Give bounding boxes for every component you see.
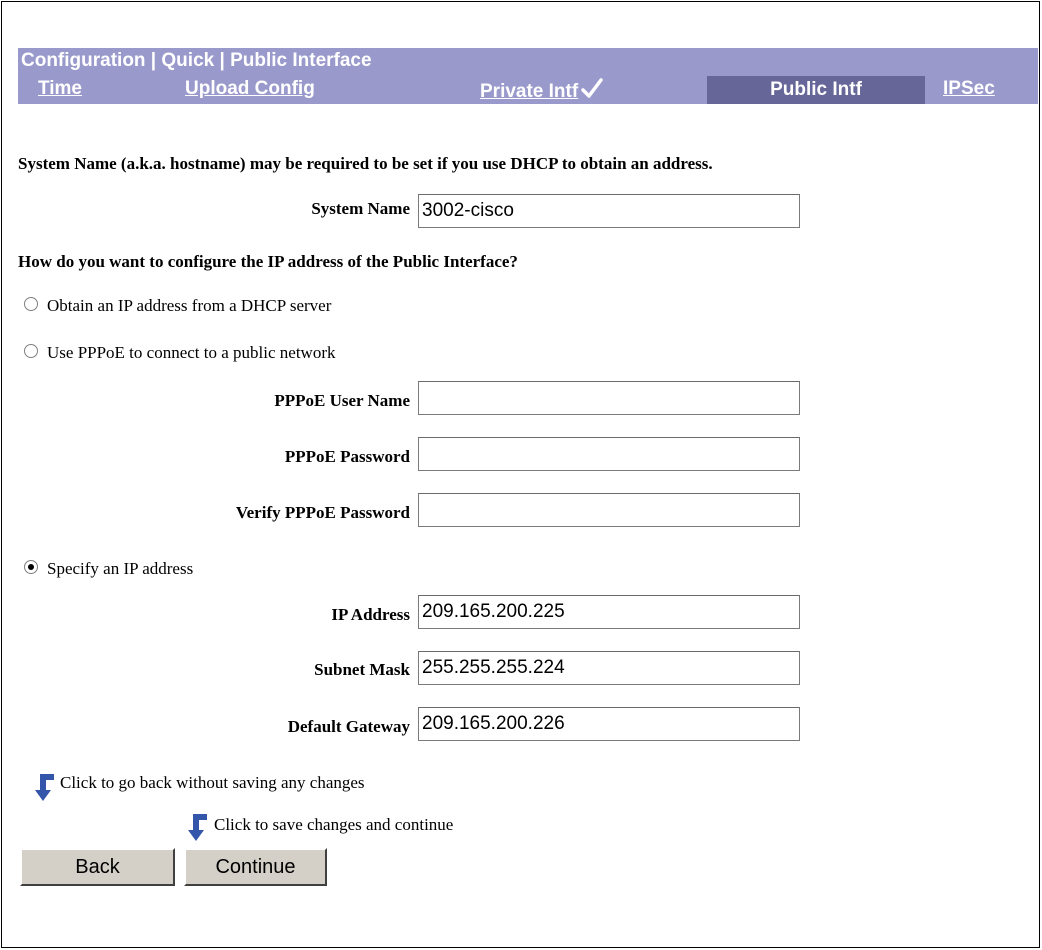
pppoe-password-input[interactable] <box>418 437 800 471</box>
system-name-input[interactable] <box>418 194 800 228</box>
subnet-mask-label: Subnet Mask <box>314 660 410 679</box>
tab-time[interactable]: Time <box>38 78 82 100</box>
tab-ipsec[interactable]: IPSec <box>943 78 995 100</box>
pppoe-radio[interactable] <box>24 344 38 358</box>
tab-private-intf-label[interactable]: Private Intf <box>480 81 578 102</box>
pppoe-password-label: PPPoE Password <box>284 447 410 466</box>
header-bar: Configuration | Quick | Public Interface… <box>18 48 1038 104</box>
tab-public-intf[interactable]: Public Intf <box>707 76 925 104</box>
check-icon <box>581 78 603 98</box>
dhcp-radio[interactable] <box>24 297 38 311</box>
system-name-note: System Name (a.k.a. hostname) may be req… <box>18 154 713 173</box>
back-hint: Click to go back without saving any chan… <box>60 773 365 792</box>
ip-config-question: How do you want to configure the IP addr… <box>18 252 518 271</box>
dhcp-radio-label: Obtain an IP address from a DHCP server <box>47 296 332 315</box>
pppoe-user-input[interactable] <box>418 381 800 415</box>
default-gateway-label: Default Gateway <box>287 717 410 736</box>
ip-address-input[interactable] <box>418 595 800 629</box>
ip-address-label: IP Address <box>331 605 410 624</box>
continue-hint: Click to save changes and continue <box>214 815 454 834</box>
default-gateway-input[interactable] <box>418 707 800 741</box>
tab-private-intf[interactable]: Private Intf <box>480 78 603 103</box>
back-button[interactable]: Back <box>20 848 175 886</box>
system-name-label: System Name <box>311 199 410 218</box>
pppoe-radio-label: Use PPPoE to connect to a public network <box>47 343 336 362</box>
continue-button[interactable]: Continue <box>184 848 327 886</box>
down-arrow-icon <box>188 814 207 841</box>
subnet-mask-input[interactable] <box>418 651 800 685</box>
pppoe-user-label: PPPoE User Name <box>274 391 410 410</box>
tab-upload-config[interactable]: Upload Config <box>185 78 315 100</box>
static-ip-radio[interactable] <box>24 560 38 574</box>
down-arrow-icon <box>35 774 54 801</box>
static-ip-radio-label: Specify an IP address <box>47 559 194 578</box>
page-frame <box>1 1 1040 948</box>
breadcrumb: Configuration | Quick | Public Interface <box>21 50 372 71</box>
pppoe-verify-label: Verify PPPoE Password <box>235 503 410 522</box>
pppoe-verify-input[interactable] <box>418 493 800 527</box>
